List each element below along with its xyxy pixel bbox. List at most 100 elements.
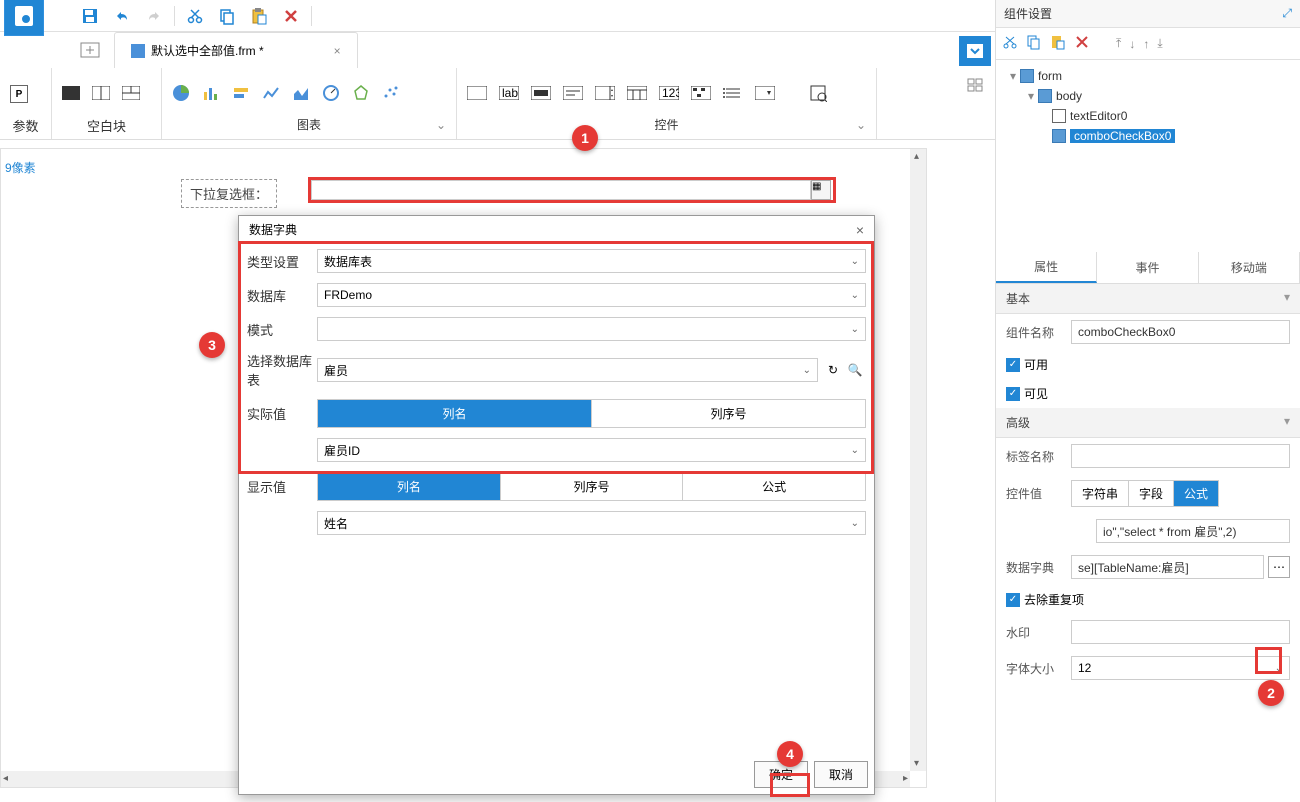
tab-events[interactable]: 事件 <box>1097 252 1198 283</box>
scatter-chart-icon[interactable] <box>382 84 400 105</box>
widget-date-icon[interactable] <box>627 86 647 103</box>
cancel-button[interactable]: 取消 <box>814 761 868 788</box>
visible-checkbox[interactable]: ✓ <box>1006 387 1020 401</box>
block-split-h-icon[interactable] <box>92 86 110 103</box>
callout-3: 3 <box>199 332 225 358</box>
bar-chart-icon[interactable] <box>202 84 220 105</box>
line-chart-icon[interactable] <box>262 84 280 105</box>
dedup-checkbox[interactable]: ✓ <box>1006 593 1020 607</box>
delete-icon[interactable] <box>1074 34 1090 53</box>
ribbon-label: 空白块 <box>62 116 151 135</box>
display-seg-colname[interactable]: 列名 <box>318 473 501 500</box>
dialog-titlebar[interactable]: 数据字典 × <box>239 216 874 244</box>
section-basic[interactable]: 基本▾ <box>996 284 1300 314</box>
combo-checkbox-input[interactable] <box>311 180 811 200</box>
widget-textarea-icon[interactable] <box>563 86 583 103</box>
svg-text:lab: lab <box>502 86 518 100</box>
refresh-icon[interactable]: ↻ <box>822 363 844 377</box>
wv-string-button[interactable]: 字符串 <box>1072 481 1129 506</box>
radar-chart-icon[interactable] <box>352 84 370 105</box>
copy-icon[interactable] <box>215 4 239 28</box>
widget-number2-icon[interactable]: 123 <box>659 86 679 103</box>
component-tree: ▾form ▾body textEditor0 comboCheckBox0 <box>996 60 1300 152</box>
watermark-input[interactable] <box>1071 620 1290 644</box>
widget-tree-icon[interactable] <box>691 86 711 103</box>
actual-seg-colindex[interactable]: 列序号 <box>592 400 865 427</box>
new-tab-icon[interactable] <box>70 34 110 66</box>
combo-label-widget[interactable]: 下拉复选框： <box>181 179 277 208</box>
gauge-chart-icon[interactable] <box>322 84 340 105</box>
widget-value-input[interactable] <box>1096 519 1290 543</box>
wv-formula-button[interactable]: 公式 <box>1174 481 1218 506</box>
tab-close-icon[interactable]: × <box>334 44 341 58</box>
move-down-icon[interactable]: ↓ <box>1129 37 1135 51</box>
tree-node-form[interactable]: ▾form <box>1004 66 1292 86</box>
undo-icon[interactable] <box>110 4 134 28</box>
tree-node-body[interactable]: ▾body <box>1004 86 1292 106</box>
chevron-down-icon[interactable]: ⌄ <box>436 118 446 132</box>
tag-name-input[interactable] <box>1071 444 1290 468</box>
svg-text:123: 123 <box>662 86 679 100</box>
block-solid-icon[interactable] <box>62 86 80 103</box>
tree-node-texteditor[interactable]: textEditor0 <box>1004 106 1292 126</box>
display-seg-colindex[interactable]: 列序号 <box>501 473 684 500</box>
component-name-input[interactable] <box>1071 320 1290 344</box>
combo-widget-highlight: ▦ <box>308 177 836 203</box>
copy-icon[interactable] <box>1026 34 1042 53</box>
db-select[interactable]: FRDemo⌄ <box>317 283 866 307</box>
cut-icon[interactable] <box>1002 34 1018 53</box>
widget-button-icon[interactable] <box>531 86 551 103</box>
stacked-bar-icon[interactable] <box>232 84 250 105</box>
move-up-icon[interactable]: ↑ <box>1143 37 1149 51</box>
wv-field-button[interactable]: 字段 <box>1129 481 1174 506</box>
data-dictionary-input[interactable] <box>1071 555 1264 579</box>
dialog-close-icon[interactable]: × <box>856 222 864 238</box>
preview-icon[interactable]: 🔍 <box>844 363 866 377</box>
chevron-down-icon[interactable]: ⌄ <box>856 118 866 132</box>
actual-seg-colname[interactable]: 列名 <box>318 400 592 427</box>
tab-mobile[interactable]: 移动端 <box>1199 252 1300 283</box>
actual-value-select[interactable]: 雇员ID⌄ <box>317 438 866 462</box>
tab-attributes[interactable]: 属性 <box>996 252 1097 283</box>
cut-icon[interactable] <box>183 4 207 28</box>
tree-node-combo[interactable]: comboCheckBox0 <box>1004 126 1292 146</box>
side-tab-1[interactable] <box>959 36 991 66</box>
actual-label: 实际值 <box>247 404 317 423</box>
widget-number-icon[interactable] <box>595 86 615 103</box>
collapse-icon[interactable]: ⤢ <box>1282 6 1292 21</box>
combo-dropdown-icon[interactable]: ▦ <box>811 180 831 200</box>
display-label: 显示值 <box>247 477 317 496</box>
font-size-select[interactable]: 12⌄ <box>1071 656 1290 680</box>
paste-icon[interactable] <box>1050 34 1066 53</box>
paste-icon[interactable] <box>247 4 271 28</box>
block-split-v-icon[interactable] <box>122 86 140 103</box>
redo-icon[interactable] <box>142 4 166 28</box>
widget-list-icon[interactable] <box>723 86 743 103</box>
widget-preview-icon[interactable] <box>809 84 827 105</box>
type-select[interactable]: 数据库表⌄ <box>317 249 866 273</box>
side-tab-2[interactable] <box>959 70 991 100</box>
display-value-select[interactable]: 姓名⌄ <box>317 511 866 535</box>
widget-label-icon[interactable]: lab <box>499 86 519 103</box>
enabled-checkbox[interactable]: ✓ <box>1006 358 1020 372</box>
widget-text-icon[interactable] <box>467 86 487 103</box>
save-icon[interactable] <box>78 4 102 28</box>
document-tab[interactable]: 默认选中全部值.frm * × <box>114 32 358 68</box>
widget-combo-icon[interactable] <box>755 86 775 103</box>
ok-button[interactable]: 确定 <box>754 761 808 788</box>
area-chart-icon[interactable] <box>292 84 310 105</box>
watermark-label: 水印 <box>1006 624 1071 641</box>
more-button[interactable]: ⋯ <box>1268 556 1290 578</box>
move-top-icon[interactable]: ⤒ <box>1116 36 1121 51</box>
callout-4: 4 <box>777 741 803 767</box>
scrollbar-vertical[interactable]: ▴▾ <box>910 149 926 771</box>
pie-chart-icon[interactable] <box>172 84 190 105</box>
table-select[interactable]: 雇员⌄ <box>317 358 818 382</box>
tag-label: 标签名称 <box>1006 448 1071 465</box>
move-bottom-icon[interactable]: ⤓ <box>1157 36 1162 51</box>
schema-select[interactable]: ⌄ <box>317 317 866 341</box>
delete-icon[interactable] <box>279 4 303 28</box>
section-advanced[interactable]: 高级▾ <box>996 408 1300 438</box>
display-seg-formula[interactable]: 公式 <box>683 473 865 500</box>
param-panel-icon[interactable]: P <box>10 85 28 103</box>
